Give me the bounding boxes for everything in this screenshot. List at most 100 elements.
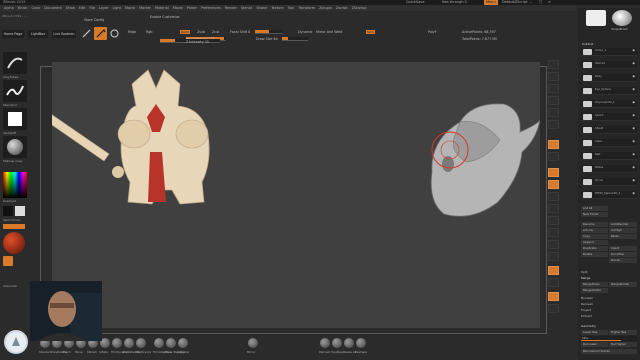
frame-icon[interactable] bbox=[548, 216, 559, 225]
subtool-row[interactable]: Armor_1 ◉ bbox=[581, 48, 637, 56]
menu-zplugin[interactable]: Zplugin bbox=[319, 5, 332, 11]
eye-icon[interactable]: ◉ bbox=[632, 100, 635, 104]
subtool-action-button[interactable]: Append bbox=[581, 240, 608, 245]
enable-customize-button[interactable]: Enable Customize bbox=[150, 15, 180, 19]
subtool-row[interactable]: Cape ◉ bbox=[581, 139, 637, 147]
brush-icon[interactable] bbox=[154, 338, 164, 348]
brush-icon[interactable] bbox=[112, 338, 122, 348]
eye-icon[interactable]: ◉ bbox=[632, 113, 635, 117]
reconstruct-subdiv-button[interactable]: Reconstruct Subdiv bbox=[581, 349, 637, 354]
subtool-row[interactable]: Horns ◉ bbox=[581, 178, 637, 186]
subtool-row[interactable]: PM3D_Sphere3D_1 ◉ bbox=[581, 191, 637, 199]
merge-similar-button[interactable]: MergeSimilar bbox=[609, 282, 637, 287]
subtool-row[interactable]: Sword ◉ bbox=[581, 113, 637, 121]
subtool-row[interactable]: Shield ◉ bbox=[581, 126, 637, 134]
zadd-toggle[interactable]: Zadd bbox=[180, 30, 190, 34]
eye-icon[interactable]: ◉ bbox=[632, 191, 635, 195]
alternate-button[interactable] bbox=[3, 224, 25, 229]
primary-color-swatch[interactable] bbox=[3, 206, 13, 216]
mirror-weld-button[interactable]: Mirror And Weld bbox=[316, 30, 342, 34]
subtool-action-button[interactable]: All High bbox=[609, 228, 637, 233]
menu-material[interactable]: Material bbox=[155, 5, 169, 11]
eye-icon[interactable]: ◉ bbox=[632, 178, 635, 182]
subtool-action-button[interactable]: Copy bbox=[581, 234, 608, 239]
eye-icon[interactable]: ◉ bbox=[632, 165, 635, 169]
menu-alpha[interactable]: Alpha bbox=[4, 5, 14, 11]
move-view-icon[interactable] bbox=[548, 228, 559, 237]
menu-transform[interactable]: Transform bbox=[298, 5, 315, 11]
eye-icon[interactable]: ◉ bbox=[632, 126, 635, 130]
brush-icon[interactable] bbox=[248, 338, 258, 348]
remesh-section[interactable]: Remesh bbox=[581, 302, 593, 306]
rotate-view-icon[interactable] bbox=[548, 252, 559, 261]
menu-stencil[interactable]: Stencil bbox=[241, 5, 252, 11]
subtool-action-button[interactable]: AutoReorder bbox=[609, 222, 637, 227]
brush-icon[interactable] bbox=[178, 338, 188, 348]
sym-toggle[interactable]: Sym bbox=[366, 30, 375, 34]
menu-marker[interactable]: Marker bbox=[139, 5, 151, 11]
sdiv-slider[interactable]: SDiv bbox=[581, 336, 637, 341]
menu-texture[interactable]: Texture bbox=[271, 5, 283, 11]
persp-icon[interactable] bbox=[548, 140, 559, 149]
eye-icon[interactable]: ◉ bbox=[632, 152, 635, 156]
menu-macro[interactable]: Macro bbox=[125, 5, 135, 11]
mrgb-toggle[interactable]: Mrgb bbox=[128, 30, 136, 34]
transp-icon[interactable] bbox=[548, 278, 559, 287]
texture-sphere-icon[interactable] bbox=[3, 232, 25, 254]
canvas-viewport[interactable] bbox=[41, 62, 541, 328]
eye-icon[interactable]: ◉ bbox=[632, 87, 635, 91]
subtool-action-button[interactable]: Del Other bbox=[609, 252, 637, 257]
bpr-icon[interactable] bbox=[548, 60, 559, 69]
dynamic-button[interactable]: Dynamic bbox=[298, 30, 313, 34]
zoom-icon[interactable] bbox=[548, 96, 559, 105]
zoom3d-icon[interactable] bbox=[548, 240, 559, 249]
menu-zstartup[interactable]: ZStartup bbox=[352, 5, 367, 11]
subtool-action-button[interactable]: Delete bbox=[581, 252, 608, 257]
brush-icon[interactable] bbox=[124, 338, 134, 348]
solo-icon[interactable] bbox=[548, 292, 559, 301]
alpha-tile[interactable] bbox=[3, 108, 27, 130]
xpose-icon[interactable] bbox=[548, 304, 559, 313]
rotate-z-icon[interactable] bbox=[548, 204, 559, 213]
higher-res-button[interactable]: Higher Res bbox=[609, 330, 637, 335]
brush-icon[interactable] bbox=[356, 338, 366, 348]
subtool-title[interactable]: Subtool bbox=[582, 42, 593, 46]
aahalf-icon[interactable] bbox=[548, 120, 559, 129]
menu-edit[interactable]: Edit bbox=[79, 5, 86, 11]
menu-light[interactable]: Light bbox=[112, 5, 120, 11]
standard-stroke-tile[interactable] bbox=[3, 80, 27, 102]
menu-stroke[interactable]: Stroke bbox=[256, 5, 267, 11]
draw-tool-icon[interactable] bbox=[94, 27, 107, 40]
live-boolean-button[interactable]: Live Boolean bbox=[52, 30, 76, 38]
lightbox-button[interactable]: LightBox bbox=[28, 30, 48, 38]
lower-res-button[interactable]: Lower Res bbox=[581, 330, 608, 335]
scroll-icon[interactable] bbox=[548, 84, 559, 93]
subtool-action-button[interactable]: Duplicate bbox=[581, 246, 608, 251]
focal-shift-slider[interactable] bbox=[255, 30, 283, 34]
xyz-icon[interactable] bbox=[548, 180, 559, 189]
del-higher-button[interactable]: Del Higher bbox=[609, 342, 637, 347]
brush-icon[interactable] bbox=[320, 338, 330, 348]
color-picker[interactable] bbox=[3, 172, 27, 198]
menu-render[interactable]: Render bbox=[225, 5, 237, 11]
subtool-row[interactable]: Eye_Sphere ◉ bbox=[581, 87, 637, 95]
spix-icon[interactable] bbox=[548, 72, 559, 81]
brush-icon[interactable] bbox=[332, 338, 342, 348]
eye-icon[interactable]: ◉ bbox=[632, 74, 635, 78]
poly-f-button[interactable]: PolyF bbox=[428, 30, 437, 34]
list-all-button[interactable]: List All bbox=[581, 206, 608, 211]
floor-icon[interactable] bbox=[548, 152, 559, 161]
extract-section[interactable]: Extract bbox=[581, 314, 592, 318]
simplebrush-thumbnail[interactable] bbox=[586, 10, 606, 26]
del-lower-button[interactable]: Del Lower bbox=[581, 342, 608, 347]
new-folder-button[interactable]: New Folder bbox=[581, 212, 608, 217]
zcut-toggle[interactable]: Zcut bbox=[212, 30, 219, 34]
split-section[interactable]: Split bbox=[581, 270, 588, 274]
edit-tool-icon[interactable] bbox=[80, 27, 93, 40]
polyf-icon[interactable] bbox=[548, 266, 559, 275]
eye-icon[interactable]: ◉ bbox=[632, 61, 635, 65]
subtool-row[interactable]: Helmet ◉ bbox=[581, 61, 637, 69]
merge-down-button[interactable]: MergeDown bbox=[581, 282, 608, 287]
merge-visible-button[interactable]: MergeVisible bbox=[581, 288, 608, 293]
menu-preferences[interactable]: Preferences bbox=[201, 5, 221, 11]
